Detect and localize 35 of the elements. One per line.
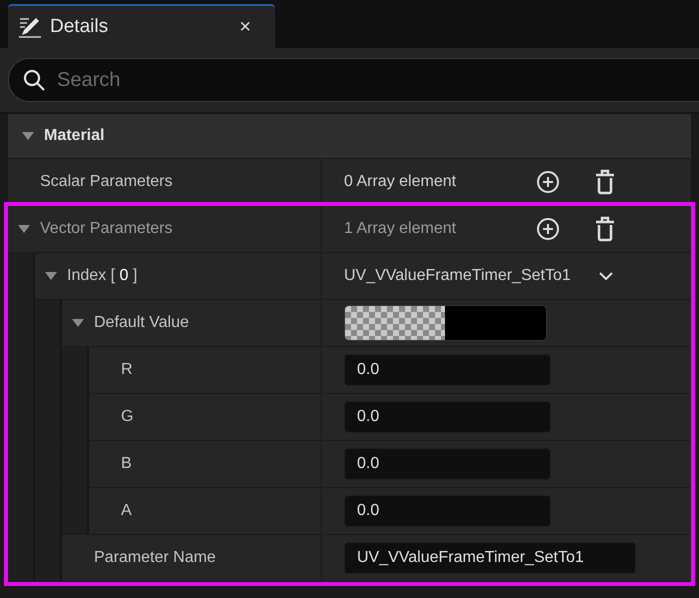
property-label: Parameter Name — [94, 549, 216, 567]
array-count: 0 Array element — [344, 173, 456, 191]
delete-icon[interactable] — [594, 216, 616, 242]
number-field[interactable]: 0.0 — [344, 401, 551, 433]
close-button[interactable]: × — [225, 16, 265, 38]
expand-arrow-icon[interactable] — [18, 224, 30, 234]
array-count: 1 Array element — [344, 220, 456, 238]
section-header[interactable]: Material — [8, 114, 691, 159]
text-field[interactable]: UV_VValueFrameTimer_SetTo1 — [344, 542, 636, 574]
expand-arrow-icon[interactable] — [72, 318, 84, 328]
number-field[interactable]: 0.0 — [344, 354, 551, 386]
expand-arrow-icon[interactable] — [22, 131, 34, 141]
property-label: Scalar Parameters — [40, 173, 172, 191]
details-tab[interactable]: Details × — [8, 4, 275, 48]
pencil-icon — [18, 16, 42, 38]
property-label: A — [121, 502, 132, 520]
property-label: B — [121, 455, 132, 473]
number-field[interactable]: 0.0 — [344, 495, 551, 527]
add-icon[interactable] — [536, 170, 560, 194]
search-icon — [23, 69, 45, 91]
property-label: Index [ 0 ] — [67, 267, 138, 285]
property-label: R — [121, 361, 133, 379]
property-label: Default Value — [94, 314, 189, 332]
chevron-down-icon[interactable] — [598, 272, 613, 280]
property-label: Vector Parameters — [40, 220, 172, 238]
dropdown-value[interactable]: UV_VValueFrameTimer_SetTo1 — [344, 267, 571, 285]
add-icon[interactable] — [536, 217, 560, 241]
tab-title: Details — [50, 16, 110, 38]
property-label: G — [121, 408, 134, 426]
section-title: Material — [44, 127, 104, 145]
search-bar[interactable]: Search — [8, 58, 699, 102]
number-field[interactable]: 0.0 — [344, 448, 551, 480]
expand-arrow-icon[interactable] — [45, 271, 57, 281]
color-swatch[interactable] — [344, 305, 547, 341]
delete-icon[interactable] — [594, 169, 616, 195]
